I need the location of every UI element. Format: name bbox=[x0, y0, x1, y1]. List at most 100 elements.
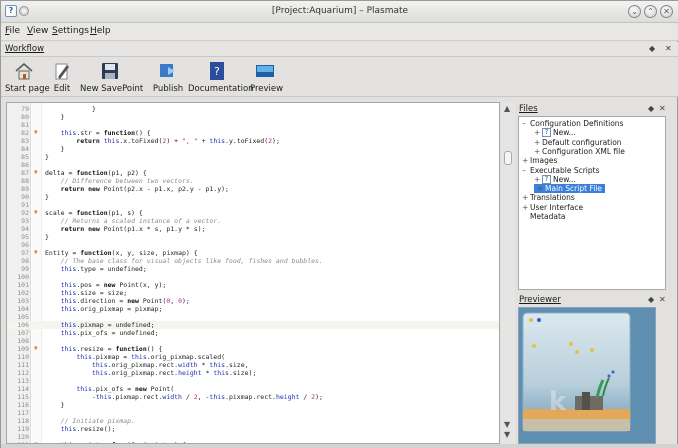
expand-icon[interactable]: + bbox=[534, 138, 542, 147]
maximize-button[interactable]: ⌃ bbox=[644, 5, 657, 18]
code-line[interactable]: 112 this.orig_pixmap.rect.height * this.… bbox=[7, 369, 499, 377]
workflow-documentation-button[interactable]: ? Documentation bbox=[188, 57, 254, 97]
tree-item[interactable]: – Configuration Definitions bbox=[522, 119, 623, 128]
fold-toggle-icon[interactable]: ▼ bbox=[34, 209, 38, 217]
code-editor[interactable]: 79 } 80 } 81 82 ▼ this.str = function() {83 … bbox=[6, 102, 500, 444]
fold-toggle-icon[interactable]: ▼ bbox=[34, 129, 38, 137]
menu-view[interactable]: View bbox=[27, 26, 48, 36]
previewer-close-icon[interactable]: ✕ bbox=[659, 295, 666, 304]
workflow-new-savepoint-button[interactable]: New SavePoint bbox=[80, 57, 143, 97]
code-line[interactable]: 113 bbox=[7, 377, 499, 385]
minimize-button[interactable]: ⌄ bbox=[628, 5, 641, 18]
fold-toggle-icon[interactable]: ▼ bbox=[34, 249, 38, 257]
menu-settings[interactable]: Settings bbox=[52, 26, 89, 36]
code-line[interactable]: 93 // Returns a scaled instance of a vec… bbox=[7, 217, 499, 225]
scroll-thumb[interactable] bbox=[504, 151, 512, 165]
code-line[interactable]: 119 this.resize(); bbox=[7, 425, 499, 433]
code-line[interactable]: 89 return new Point(p2.x - p1.x, p2.y - … bbox=[7, 185, 499, 193]
code-line[interactable]: 81 bbox=[7, 121, 499, 129]
code-line[interactable]: 92 ▼ scale = function(p1, s) { bbox=[7, 209, 499, 217]
tree-item[interactable]: +? New... bbox=[534, 174, 576, 184]
code-line[interactable]: 82 ▼ this.str = function() { bbox=[7, 129, 499, 137]
code-line[interactable]: 106 this.pixmap = undefined; bbox=[7, 321, 499, 329]
code-line[interactable]: 90} bbox=[7, 193, 499, 201]
code-line[interactable]: 103 this.direction = new Point(0, 0); bbox=[7, 297, 499, 305]
code-line[interactable]: 87 ▼ delta = function(p1, p2) { bbox=[7, 169, 499, 177]
code-token: this bbox=[60, 289, 77, 297]
code-line[interactable]: 109 ▼ this.resize = function() { bbox=[7, 345, 499, 353]
tree-item[interactable]: + Default configuration bbox=[534, 138, 622, 147]
code-line[interactable]: 102 this.size = size; bbox=[7, 289, 499, 297]
code-line[interactable]: 110 this.pixmap = this.orig_pixmap.scale… bbox=[7, 353, 499, 361]
expand-icon[interactable]: + bbox=[534, 147, 542, 156]
expand-icon[interactable]: + bbox=[534, 175, 542, 184]
tree-item[interactable]: + Images bbox=[522, 156, 557, 165]
scroll-bottom-icon[interactable]: ▼ bbox=[504, 430, 510, 439]
plasmoid-preview[interactable]: k bbox=[518, 307, 656, 444]
fold-toggle-icon[interactable]: ▼ bbox=[34, 169, 38, 177]
workflow-preview-button[interactable]: Preview bbox=[250, 57, 283, 97]
code-token: this bbox=[60, 425, 77, 433]
previewer-float-icon[interactable]: ◆ bbox=[648, 295, 654, 304]
menu-help[interactable]: Help bbox=[90, 26, 111, 36]
tree-item[interactable]: +? New... bbox=[534, 128, 576, 138]
code-line[interactable]: 86 bbox=[7, 161, 499, 169]
code-line[interactable]: 114 this.pix_ofs = new Point( bbox=[7, 385, 499, 393]
code-line[interactable]: 85} bbox=[7, 153, 499, 161]
code-line[interactable]: 98 // The base class for visual objects … bbox=[7, 257, 499, 265]
tree-item-label: Configuration Definitions bbox=[530, 119, 624, 128]
editor-scrollbar[interactable]: ▲ ▼ ▼ bbox=[501, 102, 515, 444]
code-line[interactable]: 108 bbox=[7, 337, 499, 345]
line-number: 113 bbox=[17, 377, 29, 385]
fold-toggle-icon[interactable]: ▼ bbox=[34, 345, 38, 353]
code-line[interactable]: 115 -this.pixmap.rect.width / 2, -this.p… bbox=[7, 393, 499, 401]
expand-icon[interactable]: + bbox=[522, 203, 530, 212]
code-line[interactable]: 94 return new Point(p1.x * s, p1.y * s); bbox=[7, 225, 499, 233]
code-token: new bbox=[135, 385, 147, 393]
workflow-start-page-button[interactable]: Start page bbox=[5, 57, 50, 97]
collapse-icon[interactable]: – bbox=[522, 166, 530, 175]
code-line[interactable]: 95} bbox=[7, 233, 499, 241]
code-line[interactable]: 91 bbox=[7, 201, 499, 209]
close-button[interactable]: ✕ bbox=[660, 5, 673, 18]
code-line[interactable]: 111 this.orig_pixmap.rect.width * this.s… bbox=[7, 361, 499, 369]
menu-file[interactable]: File bbox=[5, 26, 20, 36]
collapse-icon[interactable]: – bbox=[522, 119, 530, 128]
workflow-edit-button[interactable]: Edit bbox=[51, 57, 73, 97]
code-line[interactable]: 101 this.pos = new Point(x, y); bbox=[7, 281, 499, 289]
tree-item[interactable]: + Configuration XML file bbox=[534, 147, 625, 156]
code-line[interactable]: 120 bbox=[7, 433, 499, 441]
code-line[interactable]: 88 // Difference between two vectors. bbox=[7, 177, 499, 185]
code-line[interactable]: 118 // Initiate pixmap. bbox=[7, 417, 499, 425]
code-line[interactable]: 84 } bbox=[7, 145, 499, 153]
expand-icon[interactable]: + bbox=[522, 156, 530, 165]
tree-item[interactable]: + User Interface bbox=[522, 203, 583, 212]
code-line[interactable]: 117 bbox=[7, 409, 499, 417]
float-icon[interactable]: ◆ bbox=[649, 44, 655, 53]
scroll-up-icon[interactable]: ▲ bbox=[504, 104, 510, 113]
code-line[interactable]: 116 } bbox=[7, 401, 499, 409]
code-line[interactable]: 100 bbox=[7, 273, 499, 281]
tree-item[interactable]: + Main Script File bbox=[534, 184, 605, 194]
expand-icon[interactable]: + bbox=[522, 193, 530, 202]
code-line[interactable]: 96 bbox=[7, 241, 499, 249]
expand-icon[interactable]: + bbox=[537, 184, 545, 193]
code-line[interactable]: 79 } bbox=[7, 105, 499, 113]
code-line[interactable]: 104 this.orig_pixmap = pixmap; bbox=[7, 305, 499, 313]
code-line[interactable]: 97 ▼ Entity = function(x, y, size, pixmap)… bbox=[7, 249, 499, 257]
code-line[interactable]: 99 this.type = undefined; bbox=[7, 265, 499, 273]
close-dock-icon[interactable]: ✕ bbox=[665, 44, 672, 53]
scroll-down-icon[interactable]: ▼ bbox=[504, 420, 510, 429]
tree-item[interactable]: + Translations bbox=[522, 193, 575, 202]
code-line[interactable]: 107 this.pix_ofs = undefined; bbox=[7, 329, 499, 337]
expand-icon[interactable]: + bbox=[534, 128, 542, 137]
tree-item[interactable]: Metadata bbox=[522, 212, 566, 221]
workflow-publish-button[interactable]: Publish bbox=[152, 57, 184, 97]
code-line[interactable]: 80 } bbox=[7, 113, 499, 121]
files-float-icon[interactable]: ◆ bbox=[648, 104, 654, 113]
tree-item[interactable]: – Executable Scripts bbox=[522, 166, 599, 175]
code-line[interactable]: 83 return this.x.toFixed(2) + ", " + thi… bbox=[7, 137, 499, 145]
files-close-icon[interactable]: ✕ bbox=[659, 104, 666, 113]
code-line[interactable]: 105 bbox=[7, 313, 499, 321]
